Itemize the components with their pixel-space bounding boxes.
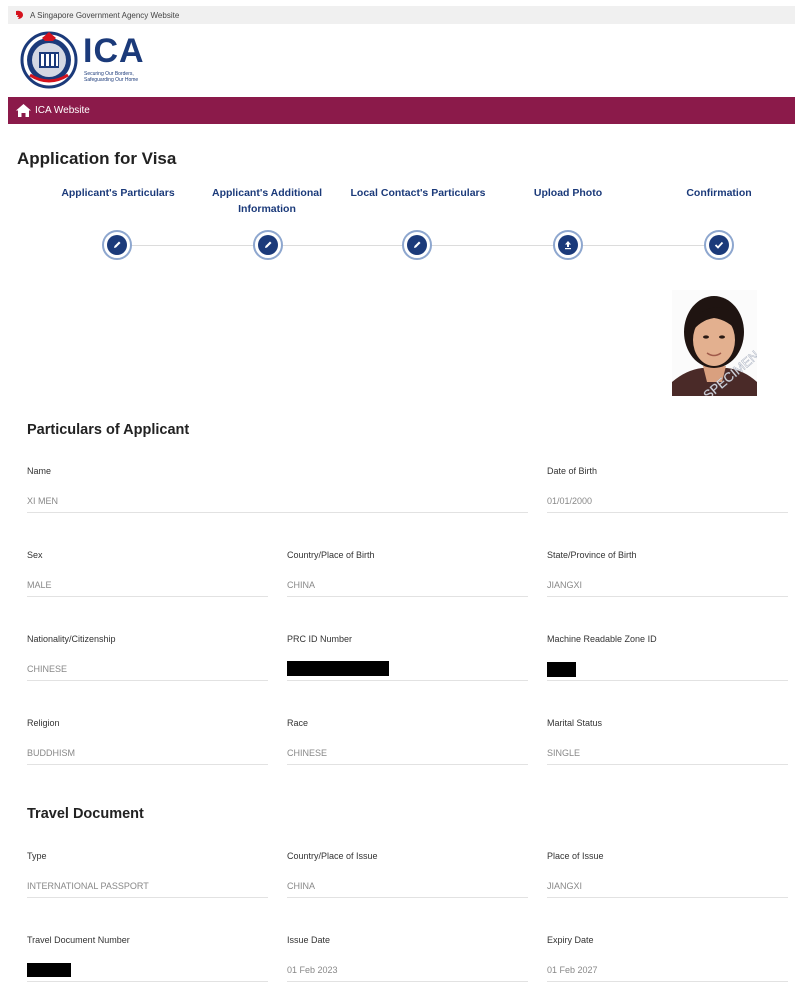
application-stepper: Applicant's Particulars Applicant's Addi… bbox=[0, 185, 795, 265]
logo-tagline: Securing Our Borders, Safeguarding Our H… bbox=[84, 71, 154, 83]
step-label-line: Applicant's Additional bbox=[211, 187, 323, 199]
applicant-portrait-image: SPECIMEN bbox=[672, 290, 757, 396]
ica-crest-icon[interactable] bbox=[20, 29, 78, 91]
government-agency-text: A Singapore Government Agency Website bbox=[30, 10, 180, 20]
page-title: Application for Visa bbox=[17, 149, 177, 168]
field-underline bbox=[547, 512, 788, 513]
step-2-button[interactable] bbox=[253, 230, 283, 260]
field-underline bbox=[27, 764, 268, 765]
field-label: State/Province of Birth bbox=[547, 550, 637, 560]
field-value: JIANGXI bbox=[547, 881, 583, 891]
field-underline bbox=[27, 512, 528, 513]
field-underline bbox=[547, 596, 788, 597]
ica-website-link[interactable]: ICA Website bbox=[35, 105, 90, 116]
step-label-additional-information[interactable]: Applicant's Additional Information bbox=[195, 185, 339, 217]
field-value: CHINA bbox=[287, 881, 316, 891]
lion-head-icon bbox=[16, 10, 23, 19]
field-underline bbox=[547, 897, 788, 898]
field-underline bbox=[547, 764, 788, 765]
field-label: Place of Issue bbox=[547, 851, 604, 861]
step-label-line: Confirmation bbox=[686, 187, 752, 199]
applicant-photo: SPECIMEN bbox=[672, 290, 757, 396]
field-value: 01/01/2000 bbox=[547, 496, 593, 506]
field-value: CHINESE bbox=[27, 664, 68, 674]
field-label: Issue Date bbox=[287, 935, 331, 945]
field-underline bbox=[287, 680, 528, 681]
redacted-value bbox=[287, 661, 389, 676]
field-underline bbox=[27, 680, 268, 681]
field-underline bbox=[547, 680, 788, 681]
field-value: 01 Feb 2023 bbox=[287, 965, 338, 975]
section-title-travel-document: Travel Document bbox=[27, 806, 144, 822]
step-5-button[interactable] bbox=[704, 230, 734, 260]
step-label-line: Applicant's Particulars bbox=[61, 187, 175, 199]
field-value: CHINESE bbox=[287, 748, 328, 758]
field-label: Country/Place of Issue bbox=[287, 851, 378, 861]
edit-icon bbox=[265, 241, 272, 248]
field-underline bbox=[287, 764, 528, 765]
step-label-confirmation[interactable]: Confirmation bbox=[647, 185, 791, 201]
field-value: XI MEN bbox=[27, 496, 59, 506]
step-label-line: Local Contact's Particulars bbox=[350, 187, 486, 199]
edit-icon bbox=[414, 241, 421, 248]
field-underline bbox=[27, 596, 268, 597]
logo-tagline-line2: Safeguarding Our Home bbox=[84, 77, 139, 83]
field-value: JIANGXI bbox=[547, 580, 583, 590]
field-value: 01 Feb 2027 bbox=[547, 965, 598, 975]
step-label-upload-photo[interactable]: Upload Photo bbox=[496, 185, 640, 201]
field-underline bbox=[287, 981, 528, 982]
field-label: PRC ID Number bbox=[287, 634, 353, 644]
header-logo-area: ICA Securing Our Borders, Safeguarding O… bbox=[8, 24, 795, 97]
field-label: Country/Place of Birth bbox=[287, 550, 375, 560]
field-label: Nationality/Citizenship bbox=[27, 634, 116, 644]
field-underline bbox=[27, 981, 268, 982]
home-icon[interactable] bbox=[16, 104, 31, 117]
field-underline bbox=[287, 596, 528, 597]
ica-logo-text[interactable]: ICA bbox=[83, 34, 145, 68]
redacted-value bbox=[27, 963, 71, 977]
field-label: Travel Document Number bbox=[27, 935, 130, 945]
top-nav-bar: ICA Website bbox=[8, 97, 795, 124]
step-label-line: Information bbox=[238, 203, 296, 215]
field-label: Machine Readable Zone ID bbox=[547, 634, 657, 644]
field-value: SINGLE bbox=[547, 748, 581, 758]
step-4-button[interactable] bbox=[553, 230, 583, 260]
field-value: INTERNATIONAL PASSPORT bbox=[27, 881, 149, 891]
step-label-line: Upload Photo bbox=[533, 187, 603, 199]
section-title-particulars: Particulars of Applicant bbox=[27, 422, 190, 438]
check-icon bbox=[714, 241, 724, 249]
field-value: CHINA bbox=[287, 580, 316, 590]
field-label: Type bbox=[27, 851, 47, 861]
field-label: Marital Status bbox=[547, 718, 603, 728]
field-label: Expiry Date bbox=[547, 935, 594, 945]
step-label-applicants-particulars[interactable]: Applicant's Particulars bbox=[46, 185, 190, 201]
redacted-value bbox=[547, 662, 576, 677]
edit-icon bbox=[114, 241, 121, 248]
step-1-button[interactable] bbox=[102, 230, 132, 260]
field-value: BUDDHISM bbox=[27, 748, 76, 758]
upload-icon bbox=[565, 241, 571, 250]
field-label: Date of Birth bbox=[547, 466, 598, 476]
field-underline bbox=[27, 897, 268, 898]
field-label: Name bbox=[27, 466, 52, 476]
field-label: Race bbox=[287, 718, 309, 728]
step-3-button[interactable] bbox=[402, 230, 432, 260]
field-label: Sex bbox=[27, 550, 43, 560]
field-underline bbox=[547, 981, 788, 982]
step-label-local-contact[interactable]: Local Contact's Particulars bbox=[341, 185, 495, 201]
field-value: MALE bbox=[27, 580, 52, 590]
field-underline bbox=[287, 897, 528, 898]
government-agency-bar: A Singapore Government Agency Website bbox=[8, 6, 795, 24]
field-label: Religion bbox=[27, 718, 60, 728]
